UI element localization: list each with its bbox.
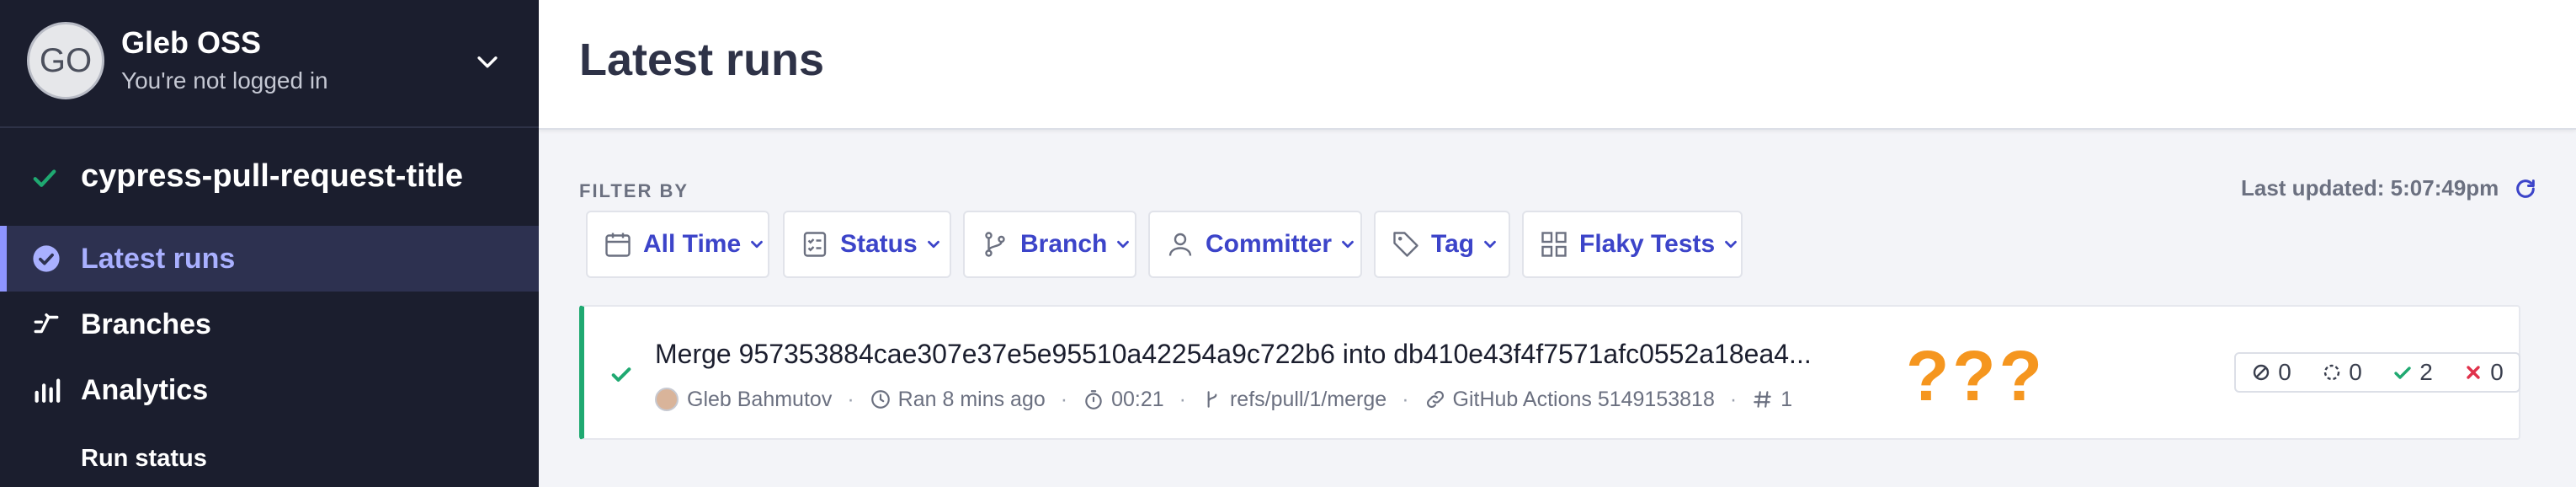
- run-stats: 0 0 2 0: [2234, 352, 2520, 393]
- run-meta: Gleb Bahmutov · Ran 8 mins ago · 00:21 ·…: [655, 384, 1792, 415]
- sidebar-item-analytics[interactable]: Analytics: [0, 357, 539, 423]
- chevron-down-icon: [927, 240, 939, 249]
- filter-tag[interactable]: Tag: [1374, 211, 1510, 278]
- page-title: Latest runs: [579, 35, 825, 85]
- branch-icon: [34, 313, 59, 334]
- sidebar-item-label: Latest runs: [81, 243, 236, 275]
- skipped-icon: [2254, 364, 2270, 381]
- last-updated: Last updated: 5:07:49pm: [2241, 175, 2499, 201]
- filter-by-label: FILTER BY: [579, 180, 689, 201]
- separator: ·: [1729, 387, 1738, 411]
- run-time: Ran 8 mins ago: [870, 388, 1046, 412]
- git-branch-icon: [1207, 391, 1217, 408]
- hash-icon: [1754, 391, 1771, 408]
- sidebar-item-label: Analytics: [81, 374, 209, 406]
- run-ref: refs/pull/1/merge: [1201, 388, 1386, 412]
- author-avatar: [655, 388, 679, 411]
- run-time-text: Ran 8 mins ago: [897, 387, 1046, 411]
- separator: ·: [1402, 387, 1409, 411]
- run-author: Gleb Bahmutov: [655, 388, 832, 412]
- author-name: Gleb Bahmutov: [687, 387, 833, 411]
- run-ci-text: GitHub Actions 5149153818: [1452, 387, 1715, 411]
- sidebar-item-branches[interactable]: Branches: [0, 292, 539, 357]
- filter-label: Committer: [1206, 230, 1333, 258]
- sidebar-item-latest-runs[interactable]: Latest runs: [0, 226, 539, 292]
- run-duration: 00:21: [1083, 388, 1164, 412]
- filter-all-time[interactable]: All Time: [586, 211, 769, 278]
- filter-label: Tag: [1431, 230, 1475, 258]
- filter-flaky-tests[interactable]: Flaky Tests: [1522, 211, 1743, 278]
- passed-value: 2: [2419, 359, 2433, 385]
- check-icon: [611, 367, 631, 382]
- run-duration-text: 00:21: [1111, 387, 1164, 411]
- skipped-value: 0: [2278, 359, 2291, 385]
- sidebar: GO Gleb OSS You're not logged in cypress…: [0, 0, 539, 487]
- separator: ·: [847, 387, 854, 411]
- avatar: GO: [27, 22, 104, 99]
- chevron-down-icon: [1725, 240, 1738, 249]
- failed-value: 0: [2490, 359, 2504, 385]
- x-icon: [2467, 366, 2480, 379]
- run-title[interactable]: Merge 957353884cae307e37e5e95510a42254a9…: [655, 339, 1812, 370]
- grid-icon: [1541, 232, 1567, 257]
- pending-value: 0: [2349, 359, 2362, 385]
- skipped-count: 0: [2251, 359, 2291, 386]
- chevron-down-icon: [1484, 240, 1496, 249]
- failed-count: 0: [2463, 359, 2504, 386]
- run-number: 1: [1752, 388, 1792, 412]
- account-switcher[interactable]: GO Gleb OSS You're not logged in: [0, 0, 539, 128]
- check-circle-icon: [33, 245, 60, 272]
- pending-icon: [2324, 364, 2340, 381]
- check-icon: [33, 169, 56, 187]
- separator: ·: [1060, 387, 1068, 411]
- login-status: You're not logged in: [121, 67, 328, 94]
- filter-committer[interactable]: Committer: [1148, 211, 1362, 278]
- filter-label: All Time: [643, 230, 742, 258]
- separator: ·: [1179, 387, 1186, 411]
- calendar-icon: [605, 233, 631, 257]
- passed-count: 2: [2392, 359, 2433, 386]
- filter-label: Status: [840, 230, 918, 258]
- run-ref-text: refs/pull/1/merge: [1229, 387, 1387, 411]
- stopwatch-icon: [1085, 390, 1102, 409]
- sidebar-item-run-status[interactable]: Run status: [81, 445, 207, 473]
- checklist-icon: [803, 232, 827, 257]
- project-header: cypress-pull-request-title: [0, 152, 539, 202]
- chevron-down-icon[interactable]: [473, 47, 502, 76]
- account-name: Gleb OSS: [121, 25, 262, 60]
- chevron-down-icon: [1342, 240, 1354, 249]
- user-icon: [1168, 233, 1192, 256]
- refresh-icon[interactable]: [2514, 177, 2537, 201]
- run-row[interactable]: Merge 957353884cae307e37e5e95510a42254a9…: [579, 305, 2520, 440]
- filter-status[interactable]: Status: [783, 211, 951, 278]
- sidebar-item-label: Branches: [81, 308, 211, 340]
- chevron-down-icon: [1117, 240, 1130, 249]
- filter-label: Branch: [1020, 230, 1108, 258]
- page-header: Latest runs: [539, 0, 2576, 130]
- bar-chart-icon: [35, 378, 61, 403]
- chevron-down-icon: [751, 240, 764, 249]
- filter-branch[interactable]: Branch: [963, 211, 1136, 278]
- question-marks-annotation: ???: [1906, 336, 2046, 415]
- clock-icon: [870, 390, 890, 409]
- tag-icon: [1393, 232, 1418, 257]
- run-number-text: 1: [1780, 387, 1793, 411]
- run-ci[interactable]: GitHub Actions 5149153818: [1424, 388, 1715, 412]
- pending-count: 0: [2322, 359, 2362, 386]
- filter-label: Flaky Tests: [1579, 230, 1716, 258]
- link-icon: [1426, 391, 1444, 408]
- check-icon: [2394, 367, 2411, 379]
- project-name: cypress-pull-request-title: [81, 158, 463, 194]
- git-branch-icon: [985, 232, 1005, 257]
